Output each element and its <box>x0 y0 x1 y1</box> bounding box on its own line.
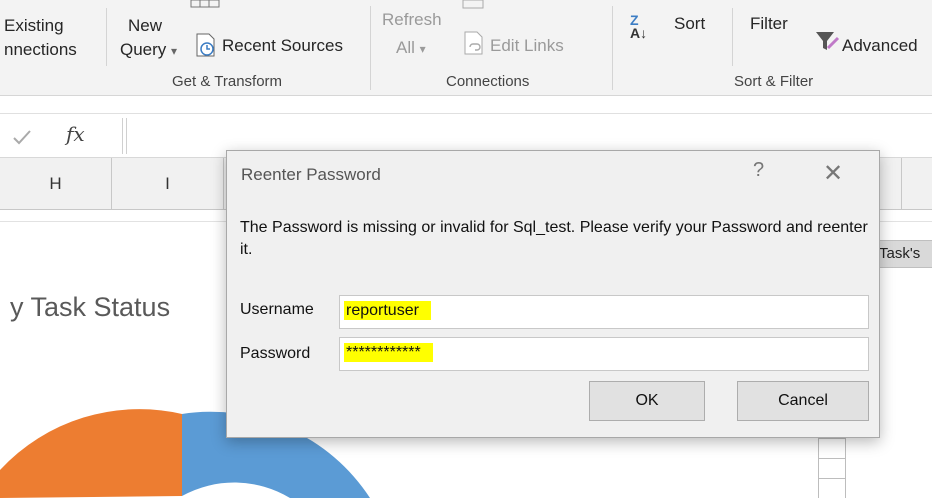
group-label-connections: Connections <box>446 73 530 90</box>
dialog-title: Reenter Password <box>241 165 381 184</box>
ribbon: Existing nnections New Query ▾ Recent So… <box>0 0 932 96</box>
help-icon[interactable]: ? <box>753 159 764 182</box>
edit-links-button[interactable]: Edit Links <box>490 36 564 56</box>
close-icon[interactable]: ✕ <box>823 159 843 188</box>
sort-button[interactable]: Sort <box>674 14 705 34</box>
group-divider <box>612 6 613 90</box>
filter-button[interactable]: Filter <box>750 14 788 34</box>
divider <box>732 8 733 66</box>
ok-label: OK <box>635 392 659 409</box>
advanced-button[interactable]: Advanced <box>842 36 918 56</box>
enter-checkmark-icon[interactable] <box>12 128 32 146</box>
cancel-button[interactable]: Cancel <box>737 381 869 421</box>
column-header-h[interactable]: H <box>0 158 112 210</box>
new-query-icon <box>190 0 220 8</box>
divider <box>106 8 107 66</box>
column-header-i[interactable]: I <box>112 158 224 210</box>
cancel-label: Cancel <box>778 392 828 409</box>
filter-label: Filter <box>750 14 788 33</box>
chart-title: y Task Status <box>10 292 171 322</box>
reenter-password-dialog: Reenter Password ? ✕ The Password is mis… <box>226 150 880 438</box>
edit-links-icon <box>464 31 483 55</box>
password-value: ************ <box>344 343 433 362</box>
sort-label: Sort <box>674 14 706 33</box>
column-header-partial[interactable] <box>880 158 902 210</box>
advanced-filter-icon <box>816 32 840 50</box>
dialog-message: The Password is missing or invalid for S… <box>240 219 868 258</box>
donut-segment-orange[interactable] <box>0 409 182 498</box>
new-query-label-line2: Query <box>120 40 167 59</box>
username-value: reportuser <box>344 301 431 320</box>
existing-connections-label-line2: nnections <box>4 40 77 59</box>
username-field[interactable]: reportuser <box>339 295 869 329</box>
dropdown-arrow-icon: ▾ <box>419 42 426 56</box>
sort-a-to-z-icon[interactable]: Z A↓ <box>630 13 647 40</box>
advanced-label: Advanced <box>842 36 918 55</box>
refresh-all-label-line1: Refresh <box>382 10 442 29</box>
refresh-all-button[interactable]: Refresh All ▾ <box>382 10 442 59</box>
group-label-get-transform: Get & Transform <box>172 73 283 90</box>
ok-button[interactable]: OK <box>589 381 705 421</box>
edit-links-label: Edit Links <box>490 36 564 55</box>
refresh-all-label-line2: All <box>396 38 415 57</box>
new-query-button[interactable]: New Query ▾ <box>120 16 177 61</box>
ribbon-bottom-band <box>0 96 932 114</box>
formula-input[interactable] <box>126 118 932 154</box>
chart-gridlines <box>818 428 846 498</box>
properties-icon <box>462 0 484 9</box>
password-label: Password <box>240 345 311 362</box>
group-divider <box>370 6 371 90</box>
recent-sources-label: Recent Sources <box>222 36 343 55</box>
column-header-label: I <box>165 174 170 193</box>
new-query-label-line1: New <box>128 16 163 35</box>
existing-connections-button[interactable]: Existing nnections <box>4 16 77 60</box>
insert-function-button[interactable]: fx <box>66 122 85 146</box>
divider <box>122 118 123 154</box>
recent-sources-button[interactable]: Recent Sources <box>222 36 343 56</box>
group-label-sort-filter: Sort & Filter <box>734 73 814 90</box>
existing-connections-label-line1: Existing <box>4 16 64 35</box>
recent-sources-icon <box>196 33 215 57</box>
column-header-label: H <box>49 174 62 193</box>
dropdown-arrow-icon: ▾ <box>171 44 178 58</box>
username-label: Username <box>240 301 314 318</box>
chart-label-partial: Task's <box>873 240 932 268</box>
password-field[interactable]: ************ <box>339 337 869 371</box>
